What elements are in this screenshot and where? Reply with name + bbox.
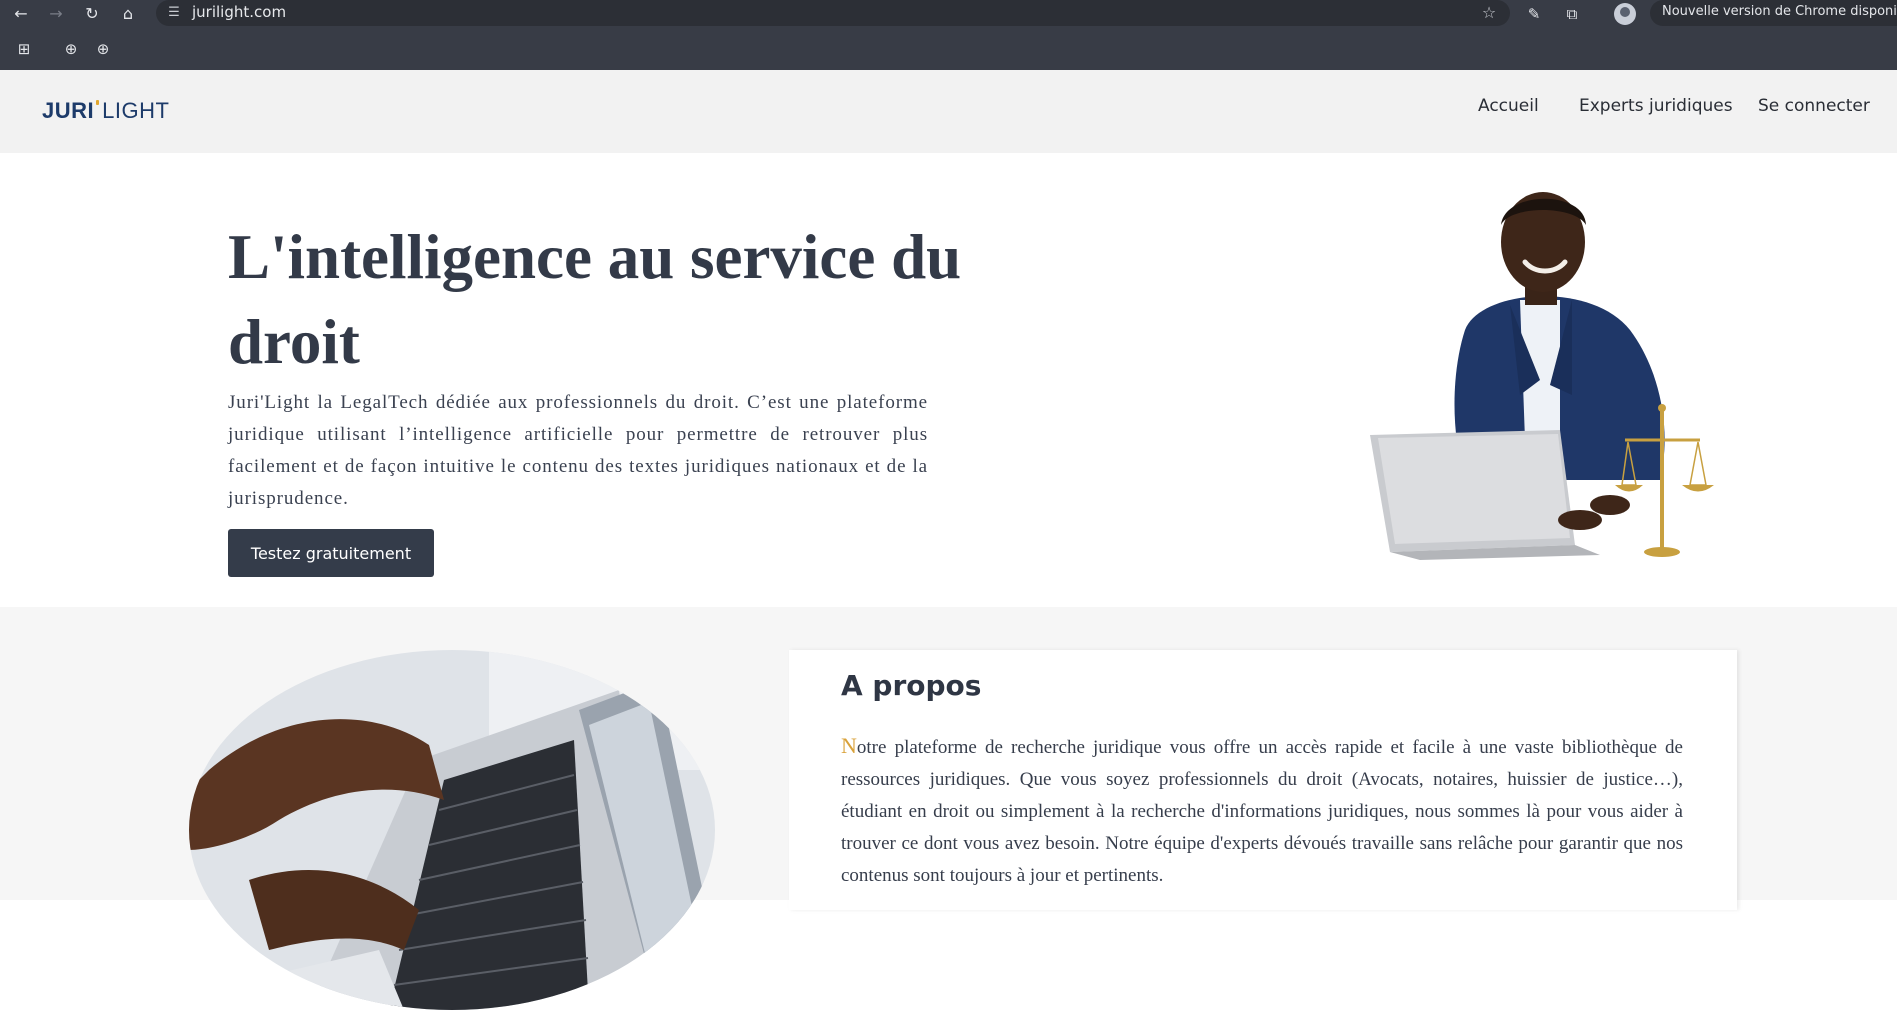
try-free-button[interactable]: Testez gratuitement	[228, 529, 434, 577]
nav-link-login[interactable]: Se connecter	[1758, 95, 1870, 117]
chrome-update-button[interactable]: Nouvelle version de Chrome disponible	[1650, 0, 1897, 26]
star-icon[interactable]: ☆	[1478, 2, 1500, 24]
globe-icon[interactable]: ⊕	[92, 38, 114, 60]
logo-light-text: LIGHT	[102, 98, 170, 123]
back-arrow-icon[interactable]: ←	[9, 2, 33, 26]
home-icon[interactable]: ⌂	[116, 2, 140, 26]
nav-link-experts[interactable]: Experts juridiques	[1579, 95, 1733, 117]
reload-icon[interactable]: ↻	[80, 2, 104, 26]
laptop-typing-image	[189, 650, 715, 1010]
site-logo[interactable]: JURI LIGHT	[42, 99, 169, 123]
url-text[interactable]: jurilight.com	[192, 0, 286, 26]
globe-icon[interactable]: ⊕	[60, 38, 82, 60]
forward-arrow-icon[interactable]: →	[44, 2, 68, 26]
nav-link-accueil[interactable]: Accueil	[1478, 95, 1539, 117]
profile-avatar[interactable]	[1614, 3, 1636, 25]
logo-accent-mark	[96, 100, 100, 105]
address-bar[interactable]: ☰ jurilight.com ☆	[156, 0, 1510, 26]
apps-grid-icon[interactable]: ⊞	[13, 38, 35, 60]
pen-icon[interactable]: ✎	[1522, 2, 1546, 26]
bookmarks-bar	[0, 28, 1897, 70]
hero-title: L'intelligence au service du droit	[228, 222, 962, 377]
puzzle-icon[interactable]: ⧉	[1560, 2, 1584, 26]
about-title: A propos	[841, 669, 982, 702]
about-dropcap: N	[841, 733, 857, 758]
tune-icon[interactable]: ☰	[164, 3, 184, 23]
hero-description: Juri'Light la LegalTech dédiée aux profe…	[228, 392, 928, 509]
laptop-typing-photo	[189, 650, 715, 1010]
logo-bold-text: JURI	[42, 98, 95, 123]
about-text: Notre plateforme de recherche juridique …	[841, 730, 1683, 892]
hero-illustration	[1370, 192, 1714, 560]
about-body: otre plateforme de recherche juridique v…	[841, 737, 1683, 886]
